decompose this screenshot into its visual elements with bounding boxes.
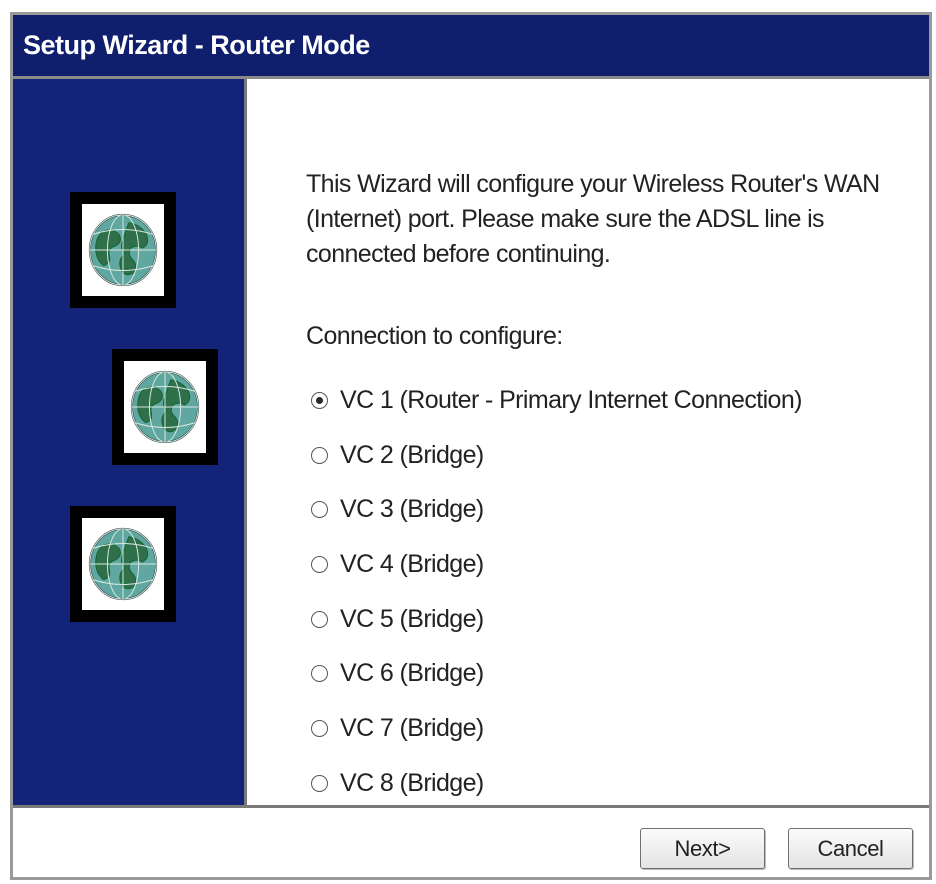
radio-label: VC 6 (Bridge) xyxy=(340,659,484,688)
setup-wizard-window: Setup Wizard - Router Mode This Wizard w… xyxy=(10,12,932,880)
radio-button[interactable] xyxy=(311,391,328,409)
globe-frame-3 xyxy=(70,506,176,622)
globe-icon xyxy=(88,213,158,287)
radio-option-vc5[interactable]: VC 5 (Bridge) xyxy=(311,592,802,647)
globe-frame-2 xyxy=(112,349,218,465)
wizard-content: This Wizard will configure your Wireless… xyxy=(247,79,929,805)
radio-button[interactable] xyxy=(311,501,328,519)
radio-label: VC 4 (Bridge) xyxy=(340,549,484,578)
radio-button[interactable] xyxy=(311,719,328,737)
radio-label: VC 2 (Bridge) xyxy=(340,440,484,469)
radio-option-vc6[interactable]: VC 6 (Bridge) xyxy=(311,646,802,701)
radio-label: VC 1 (Router - Primary Internet Connecti… xyxy=(340,385,802,414)
radio-option-vc2[interactable]: VC 2 (Bridge) xyxy=(311,428,802,483)
cancel-button[interactable]: Cancel xyxy=(788,828,913,869)
radio-button[interactable] xyxy=(311,555,328,573)
radio-option-vc1[interactable]: VC 1 (Router - Primary Internet Connecti… xyxy=(311,373,802,428)
radio-label: VC 8 (Bridge) xyxy=(340,768,484,797)
intro-line: connected before continuing. xyxy=(306,240,611,268)
radio-button[interactable] xyxy=(311,774,328,792)
radio-label: VC 3 (Bridge) xyxy=(340,495,484,524)
globe-icon xyxy=(130,370,200,444)
radio-label: VC 5 (Bridge) xyxy=(340,604,484,633)
radio-option-vc4[interactable]: VC 4 (Bridge) xyxy=(311,537,802,592)
sidebar-panel xyxy=(13,79,247,805)
globe-frame-1 xyxy=(70,192,176,308)
radio-option-vc3[interactable]: VC 3 (Bridge) xyxy=(311,482,802,537)
radio-option-vc8[interactable]: VC 8 (Bridge) xyxy=(311,756,802,811)
connection-radio-group: VC 1 (Router - Primary Internet Connecti… xyxy=(311,373,802,811)
window-title: Setup Wizard - Router Mode xyxy=(13,15,929,79)
globe-icon xyxy=(88,527,158,601)
next-button[interactable]: Next> xyxy=(640,828,765,869)
intro-line: (Internet) port. Please make sure the AD… xyxy=(306,205,825,233)
intro-text: This Wizard will configure your Wireless… xyxy=(306,167,916,272)
radio-button[interactable] xyxy=(311,610,328,628)
radio-button[interactable] xyxy=(311,665,328,683)
connection-label: Connection to configure: xyxy=(306,322,563,350)
radio-option-vc7[interactable]: VC 7 (Bridge) xyxy=(311,701,802,756)
radio-button[interactable] xyxy=(311,446,328,464)
radio-label: VC 7 (Bridge) xyxy=(340,713,484,742)
wizard-footer: Next> Cancel xyxy=(13,805,929,877)
intro-line: This Wizard will configure your Wireless… xyxy=(306,170,880,198)
